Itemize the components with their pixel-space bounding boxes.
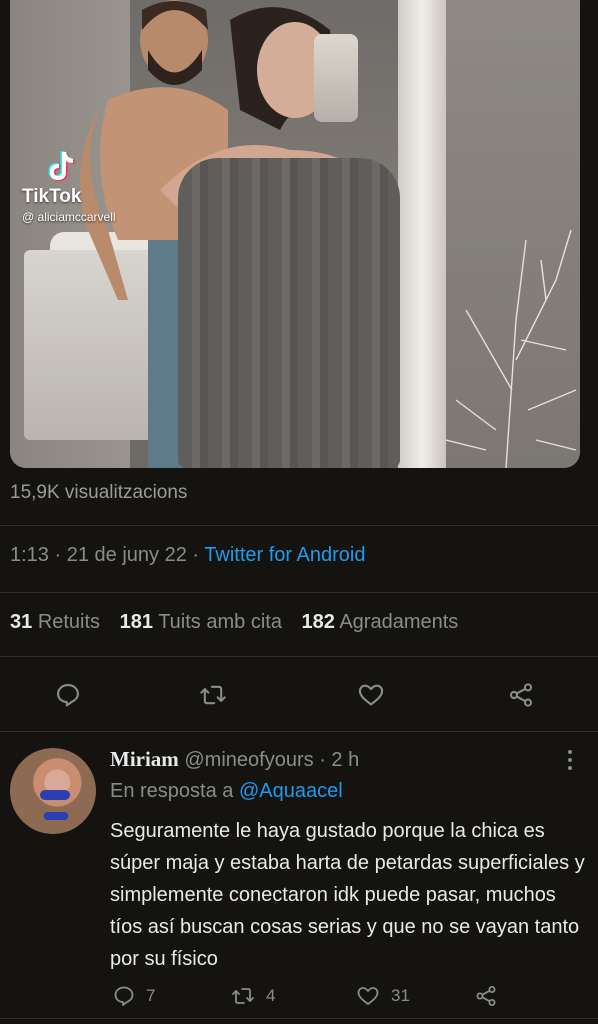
reply-author-name[interactable]: Miriam bbox=[110, 747, 179, 771]
retweet-button[interactable] bbox=[198, 680, 228, 710]
reply-text: Seguramente le haya gustado porque la ch… bbox=[110, 820, 585, 970]
likes-label: Agradaments bbox=[339, 611, 459, 633]
reply-header: Miriam @mineofyours · 2 h bbox=[110, 747, 359, 772]
reply-icon bbox=[114, 986, 134, 1006]
quotes-label: Tuits amb cita bbox=[158, 611, 282, 633]
divider bbox=[0, 656, 598, 657]
retweet-icon bbox=[200, 685, 226, 705]
tweet-action-bar bbox=[0, 668, 598, 724]
reply-context-label: En resposta a bbox=[110, 780, 234, 802]
divider bbox=[0, 592, 598, 593]
likes-count: 182 bbox=[301, 611, 335, 633]
separator: · bbox=[54, 544, 62, 566]
reply-time[interactable]: · 2 h bbox=[319, 749, 359, 771]
video-branches bbox=[446, 229, 577, 468]
reply-retweet-button[interactable]: 4 bbox=[230, 982, 275, 1010]
tweet-client-link[interactable]: Twitter for Android bbox=[204, 544, 365, 566]
tweet-detail-page: TikTok @ aliciamccarvell 15,9K visualitz… bbox=[0, 0, 598, 1024]
share-icon bbox=[509, 683, 533, 707]
tiktok-handle: @ aliciamccarvell bbox=[22, 210, 116, 224]
reply-button[interactable] bbox=[53, 680, 83, 710]
tweet-date[interactable]: 21 de juny 22 bbox=[67, 544, 187, 566]
retweets-label: Retuits bbox=[37, 611, 101, 633]
view-count: 15,9K visualitzacions bbox=[10, 482, 188, 503]
retweets-stat[interactable]: 31 Retuits bbox=[10, 611, 100, 633]
tweet-time[interactable]: 1:13 bbox=[10, 544, 49, 566]
reply-likes-count: 31 bbox=[391, 986, 410, 1005]
tiktok-watermark: TikTok @ aliciamccarvell bbox=[22, 148, 116, 224]
reply-like-button[interactable]: 31 bbox=[355, 982, 410, 1010]
more-options-icon[interactable] bbox=[560, 748, 580, 772]
reply-reply-button[interactable]: 7 bbox=[112, 982, 155, 1010]
reply-retweets-count: 4 bbox=[266, 986, 276, 1005]
share-icon bbox=[476, 986, 496, 1006]
tweet-video[interactable]: TikTok @ aliciamccarvell bbox=[10, 0, 580, 468]
tiktok-logo-icon bbox=[48, 151, 75, 181]
reply-action-bar: 7 4 31 bbox=[0, 978, 598, 1014]
likes-stat[interactable]: 182 Agradaments bbox=[302, 611, 459, 633]
video-towel bbox=[178, 158, 400, 468]
divider bbox=[0, 1018, 598, 1019]
like-icon bbox=[358, 684, 384, 706]
reply-author-handle[interactable]: @mineofyours bbox=[184, 749, 313, 771]
reply-icon bbox=[57, 684, 79, 707]
like-button[interactable] bbox=[356, 680, 386, 710]
quotes-stat[interactable]: 181 Tuits amb cita bbox=[120, 611, 282, 633]
video-phone bbox=[314, 34, 358, 122]
share-button[interactable] bbox=[506, 680, 536, 710]
divider bbox=[0, 731, 598, 732]
reply-context-mention[interactable]: @Aquaacel bbox=[239, 780, 343, 802]
avatar[interactable] bbox=[10, 748, 96, 834]
separator: · bbox=[192, 544, 200, 566]
divider bbox=[0, 525, 598, 526]
reply-context: En resposta a @Aquaacel bbox=[110, 780, 343, 803]
like-icon bbox=[357, 987, 379, 1005]
tiktok-brand: TikTok bbox=[22, 186, 82, 207]
tweet-stats: 31 Retuits 181 Tuits amb cita 182 Agrada… bbox=[10, 611, 458, 634]
retweets-count: 31 bbox=[10, 611, 33, 633]
reply-replies-count: 7 bbox=[146, 986, 156, 1005]
reply-share-button[interactable] bbox=[474, 982, 498, 1010]
retweet-icon bbox=[232, 988, 254, 1004]
quotes-count: 181 bbox=[119, 611, 153, 633]
tweet-timestamp-row: 1:13 · 21 de juny 22 · Twitter for Andro… bbox=[10, 544, 365, 567]
